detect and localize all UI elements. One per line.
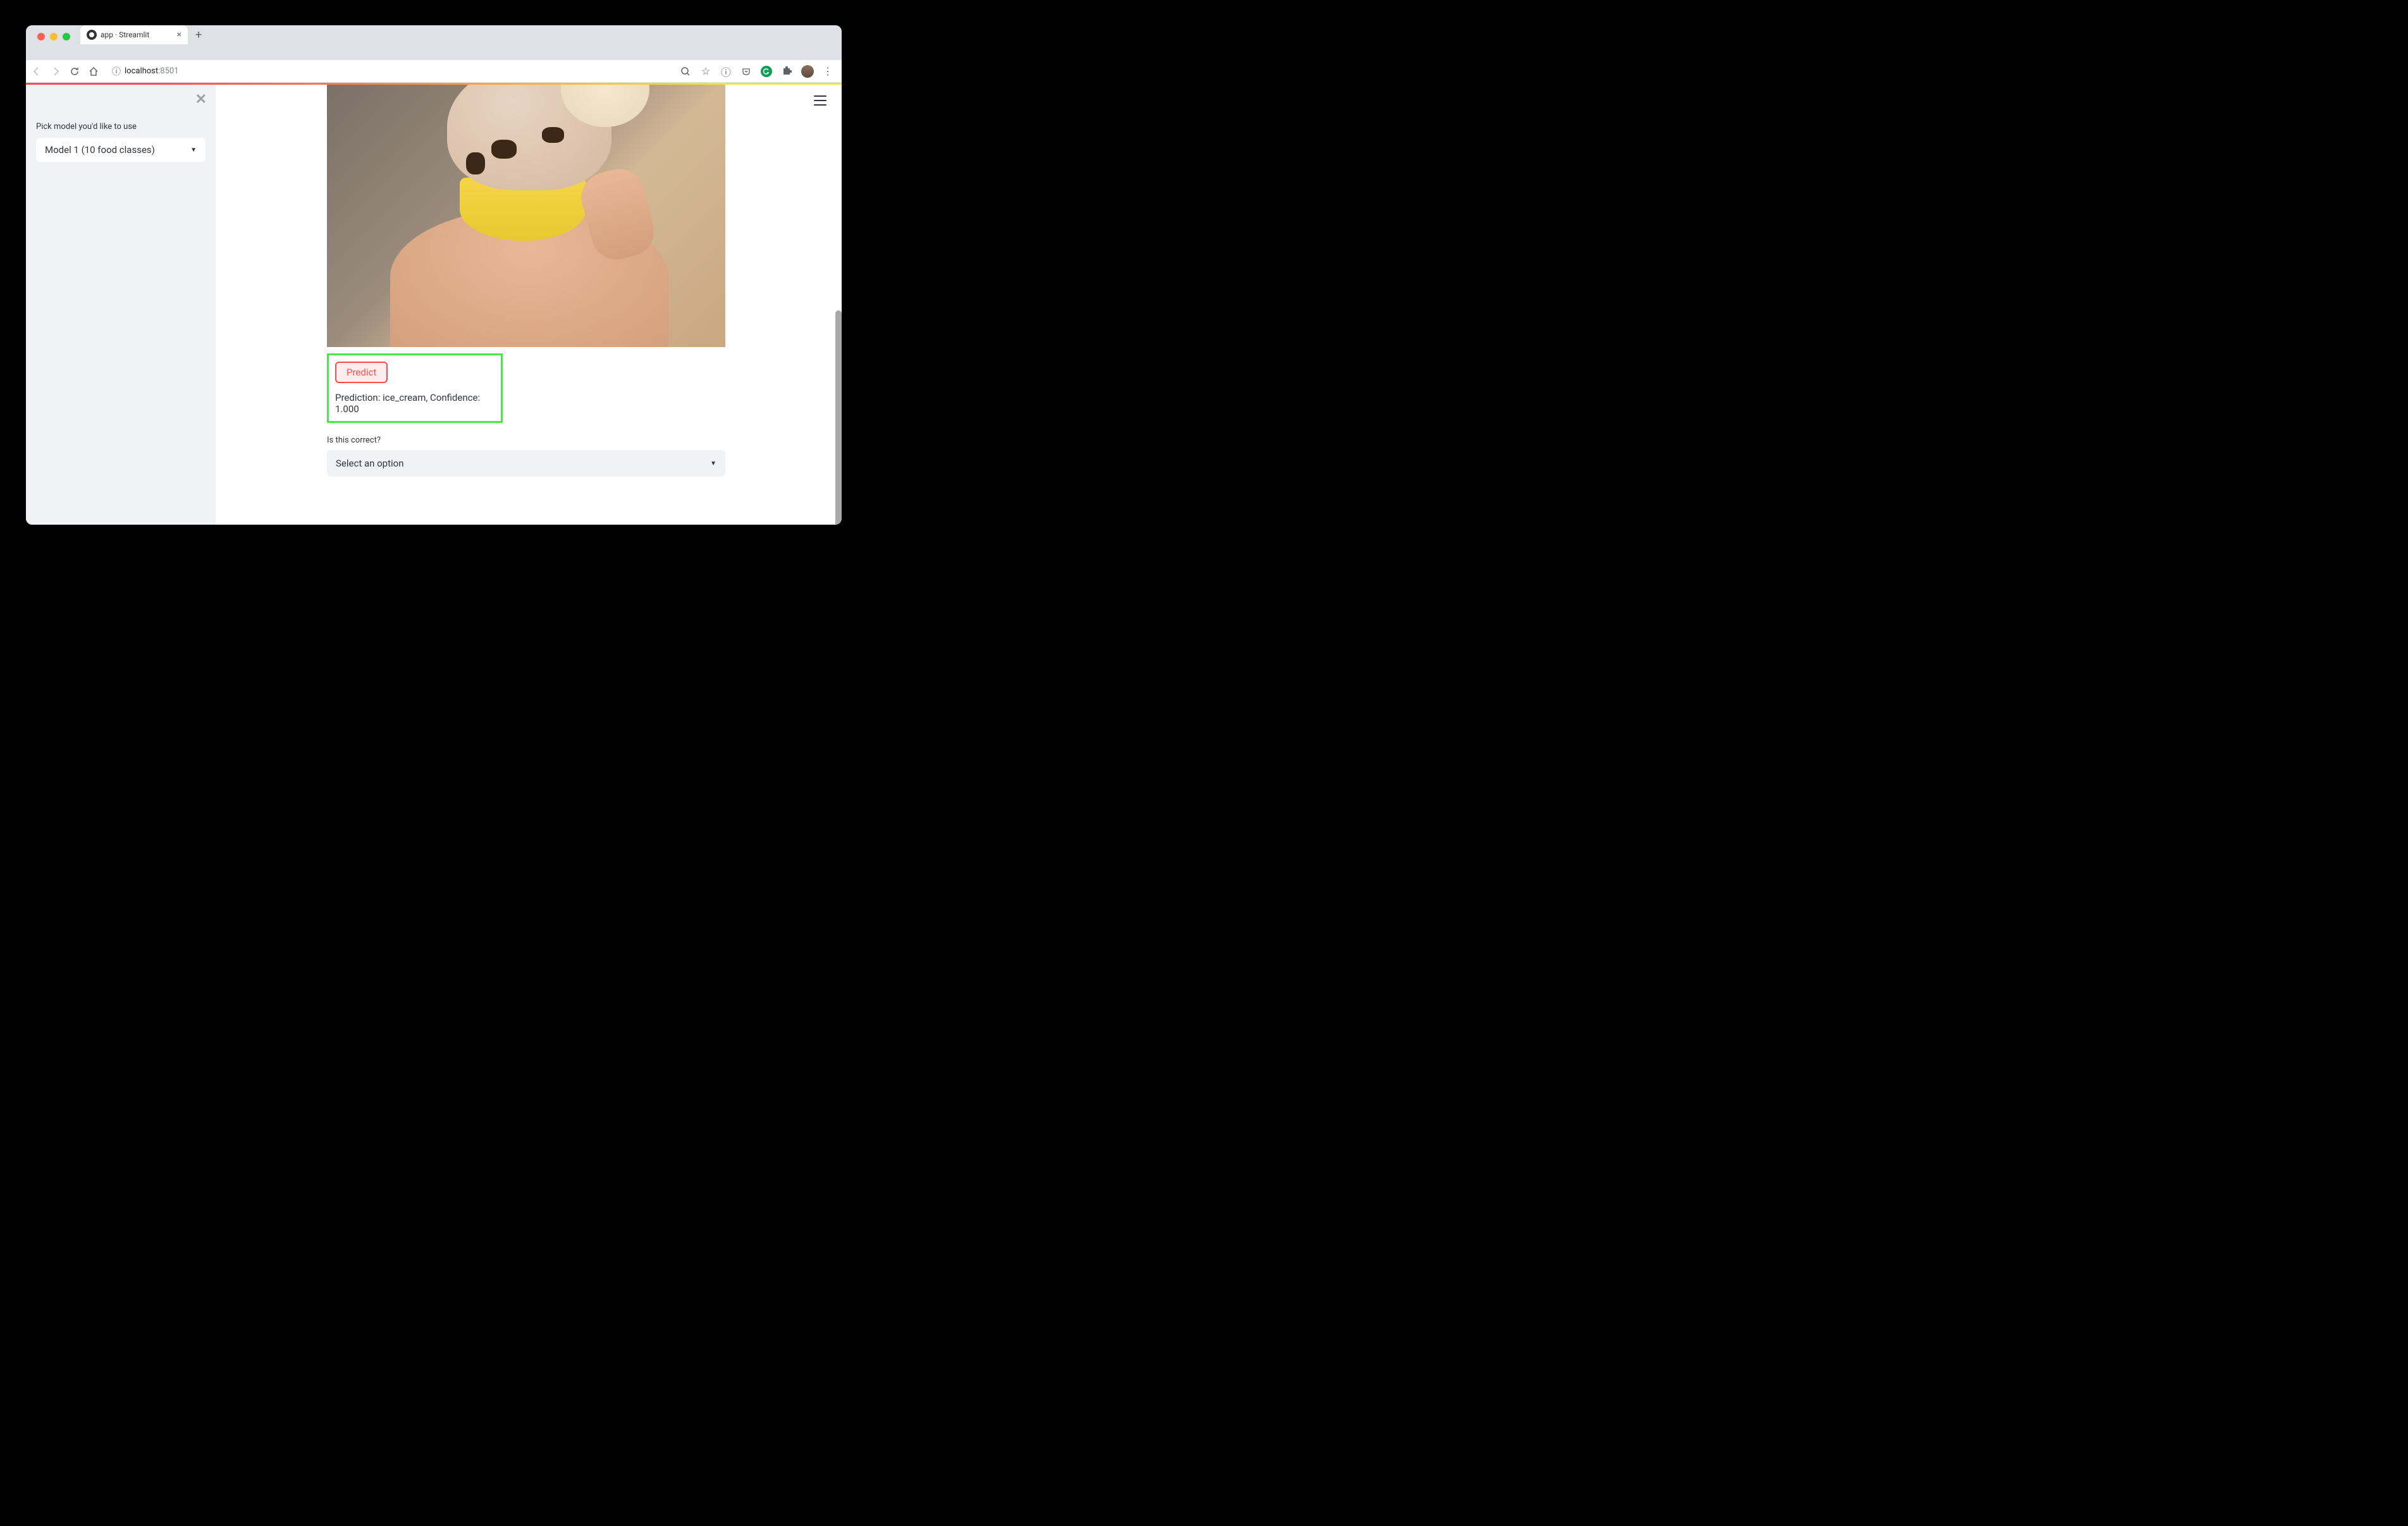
url-host: localhost bbox=[125, 66, 158, 76]
minimize-window-button[interactable] bbox=[50, 33, 58, 40]
prediction-highlight-box: Predict Prediction: ice_cream, Confidenc… bbox=[327, 353, 503, 423]
window-controls bbox=[32, 33, 75, 44]
model-select-value: Model 1 (10 food classes) bbox=[45, 144, 155, 156]
zoom-icon[interactable] bbox=[680, 66, 691, 77]
tab-strip: app · Streamlit × + bbox=[26, 25, 842, 44]
loading-progress-bar bbox=[26, 83, 842, 85]
home-button[interactable] bbox=[88, 66, 99, 77]
main-content: Predict Prediction: ice_cream, Confidenc… bbox=[216, 83, 842, 525]
model-select-label: Pick model you'd like to use bbox=[36, 122, 206, 131]
forward-button[interactable] bbox=[50, 66, 61, 77]
browser-chrome: app · Streamlit × + bbox=[26, 25, 842, 60]
site-info-icon[interactable]: ⓘ bbox=[112, 65, 121, 78]
browser-toolbar: ⓘ localhost:8501 ☆ ⓘ ⋮ bbox=[26, 60, 842, 83]
close-tab-icon[interactable]: × bbox=[177, 30, 181, 40]
reload-button[interactable] bbox=[69, 66, 80, 77]
app-menu-icon[interactable] bbox=[814, 95, 826, 106]
feedback-select[interactable]: Select an option ▼ bbox=[327, 450, 725, 477]
tab-favicon-icon bbox=[87, 30, 97, 40]
grammarly-extension-icon[interactable] bbox=[761, 66, 772, 77]
chevron-down-icon: ▼ bbox=[190, 147, 197, 154]
profile-avatar[interactable] bbox=[801, 65, 814, 78]
browser-tab[interactable]: app · Streamlit × bbox=[80, 25, 188, 44]
feedback-select-value: Select an option bbox=[336, 458, 403, 469]
predict-button[interactable]: Predict bbox=[335, 362, 388, 383]
info-extension-icon[interactable]: ⓘ bbox=[720, 66, 732, 77]
prediction-result-text: Prediction: ice_cream, Confidence: 1.000 bbox=[334, 391, 496, 416]
model-select[interactable]: Model 1 (10 food classes) ▼ bbox=[36, 138, 206, 162]
url-port: :8501 bbox=[158, 66, 178, 76]
browser-window: app · Streamlit × + ⓘ localhost:8501 bbox=[26, 25, 842, 525]
content-column: Predict Prediction: ice_cream, Confidenc… bbox=[327, 83, 725, 477]
scrollbar[interactable] bbox=[835, 310, 842, 525]
feedback-label: Is this correct? bbox=[327, 436, 725, 445]
tab-title: app · Streamlit bbox=[101, 30, 173, 39]
sidebar-close-icon[interactable]: ✕ bbox=[195, 92, 207, 107]
pocket-extension-icon[interactable] bbox=[740, 66, 752, 77]
toolbar-right: ☆ ⓘ ⋮ bbox=[680, 65, 837, 78]
chevron-down-icon: ▼ bbox=[710, 460, 716, 467]
maximize-window-button[interactable] bbox=[63, 33, 70, 40]
bookmark-icon[interactable]: ☆ bbox=[700, 66, 711, 77]
extensions-icon[interactable] bbox=[781, 66, 792, 77]
sidebar: ✕ Pick model you'd like to use Model 1 (… bbox=[26, 83, 216, 525]
uploaded-image bbox=[327, 83, 725, 347]
browser-menu-icon[interactable]: ⋮ bbox=[823, 65, 833, 77]
close-window-button[interactable] bbox=[37, 33, 45, 40]
back-button[interactable] bbox=[31, 66, 42, 77]
new-tab-button[interactable]: + bbox=[193, 28, 207, 44]
app-body: ✕ Pick model you'd like to use Model 1 (… bbox=[26, 83, 842, 525]
scrollbar-thumb[interactable] bbox=[835, 310, 842, 525]
address-bar[interactable]: ⓘ localhost:8501 bbox=[107, 65, 672, 78]
